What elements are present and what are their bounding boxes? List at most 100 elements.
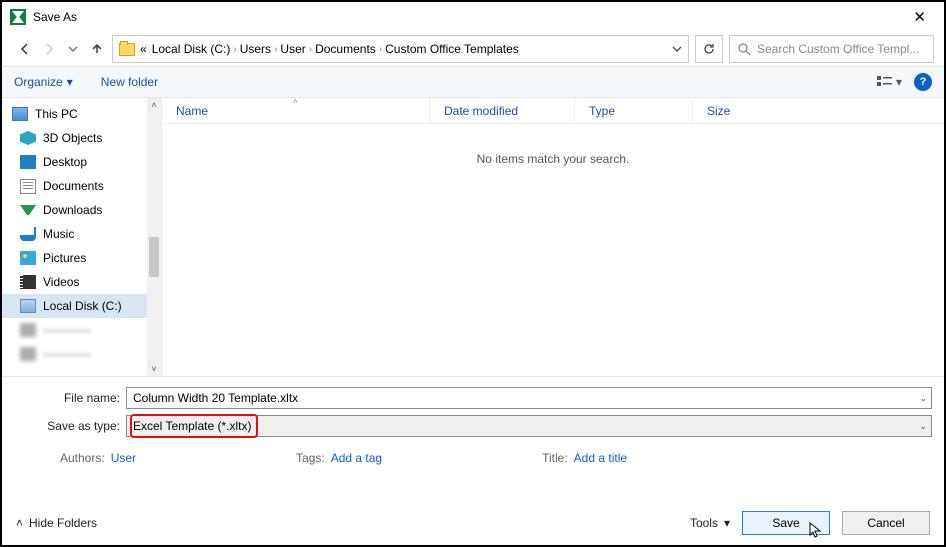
window-title: Save As bbox=[33, 10, 77, 24]
chevron-right-icon[interactable]: › bbox=[233, 44, 236, 55]
column-headers: ˄ Name Date modified Type Size bbox=[162, 98, 944, 124]
chevron-up-icon: ˄ bbox=[16, 516, 23, 530]
chevron-down-icon[interactable]: ⌄ bbox=[919, 393, 927, 404]
chevron-down-icon[interactable]: ⌄ bbox=[919, 421, 927, 432]
help-button[interactable]: ? bbox=[914, 73, 932, 91]
forward-button[interactable] bbox=[40, 40, 58, 58]
authors-value[interactable]: User bbox=[111, 451, 136, 465]
chevron-down-icon: ▾ bbox=[896, 75, 902, 89]
chevron-right-icon[interactable]: › bbox=[379, 44, 382, 55]
savetype-value: Excel Template (*.xltx) bbox=[133, 419, 251, 433]
address-dropdown[interactable] bbox=[672, 44, 682, 54]
chevron-right-icon[interactable]: › bbox=[309, 44, 312, 55]
tree-3d-objects[interactable]: 3D Objects bbox=[2, 126, 161, 150]
scroll-thumb[interactable] bbox=[149, 237, 159, 277]
hide-folders-button[interactable]: ˄Hide Folders bbox=[16, 516, 97, 530]
folder-tree: This PC 3D Objects Desktop Documents Dow… bbox=[2, 98, 162, 376]
col-date[interactable]: Date modified bbox=[430, 98, 575, 123]
videos-icon bbox=[20, 275, 36, 289]
chevron-right-icon[interactable]: › bbox=[274, 44, 277, 55]
col-size[interactable]: Size bbox=[693, 98, 771, 123]
tree-downloads[interactable]: Downloads bbox=[2, 198, 161, 222]
crumb[interactable]: Users bbox=[240, 42, 271, 56]
crumb[interactable]: Documents bbox=[315, 42, 376, 56]
drive-icon bbox=[20, 347, 36, 361]
recent-dropdown[interactable] bbox=[64, 40, 82, 58]
col-label: Size bbox=[707, 104, 730, 118]
cube-icon bbox=[20, 131, 36, 145]
view-options[interactable]: ▾ bbox=[877, 75, 902, 89]
tree-label: This PC bbox=[35, 107, 78, 121]
address-bar[interactable]: « Local Disk (C:)› Users› User› Document… bbox=[112, 35, 689, 63]
sort-asc-icon: ˄ bbox=[293, 97, 298, 106]
tree-documents[interactable]: Documents bbox=[2, 174, 161, 198]
refresh-button[interactable] bbox=[695, 35, 723, 63]
filename-label: File name: bbox=[14, 391, 126, 405]
metadata-row: Authors:User Tags:Add a tag Title:Add a … bbox=[14, 443, 932, 465]
title-value[interactable]: Add a title bbox=[574, 451, 627, 465]
organize-menu[interactable]: Organize ▾ bbox=[14, 75, 73, 89]
tree-this-pc[interactable]: This PC bbox=[2, 102, 161, 126]
tree-desktop[interactable]: Desktop bbox=[2, 150, 161, 174]
savetype-label: Save as type: bbox=[14, 419, 126, 433]
chevron-down-icon: ▾ bbox=[724, 516, 730, 530]
tree-music[interactable]: Music bbox=[2, 222, 161, 246]
col-label: Name bbox=[176, 104, 208, 118]
new-folder-button[interactable]: New folder bbox=[101, 75, 158, 89]
close-button[interactable]: ✕ bbox=[903, 4, 936, 30]
file-listing: ˄Name Date modified Type Size No items m… bbox=[162, 98, 944, 376]
toolbar: Organize ▾ New folder ▾ ? bbox=[2, 66, 944, 98]
savetype-highlight: Excel Template (*.xltx) bbox=[131, 415, 257, 437]
tags-value[interactable]: Add a tag bbox=[331, 451, 382, 465]
tree-label: Pictures bbox=[43, 251, 86, 265]
view-icon bbox=[877, 76, 893, 88]
tree-label: Desktop bbox=[43, 155, 87, 169]
tools-menu[interactable]: Tools ▾ bbox=[690, 516, 730, 530]
nav-row: « Local Disk (C:)› Users› User› Document… bbox=[2, 32, 944, 66]
filename-value: Column Width 20 Template.xltx bbox=[133, 391, 298, 405]
scroll-down-icon[interactable]: ˅ bbox=[151, 362, 156, 376]
filename-input[interactable]: Column Width 20 Template.xltx ⌄ bbox=[126, 387, 932, 409]
download-icon bbox=[20, 205, 36, 215]
main-area: This PC 3D Objects Desktop Documents Dow… bbox=[2, 98, 944, 376]
tags-label: Tags: bbox=[296, 451, 325, 465]
tree-pictures[interactable]: Pictures bbox=[2, 246, 161, 270]
pictures-icon bbox=[20, 251, 36, 265]
tree-label: 3D Objects bbox=[43, 131, 102, 145]
crumb[interactable]: Local Disk (C:) bbox=[152, 42, 231, 56]
tree-label: Music bbox=[43, 227, 74, 241]
col-type[interactable]: Type bbox=[575, 98, 693, 123]
organize-label: Organize bbox=[14, 75, 63, 89]
crumb[interactable]: Custom Office Templates bbox=[385, 42, 519, 56]
title-bar: Save As ✕ bbox=[2, 2, 944, 32]
back-button[interactable] bbox=[16, 40, 34, 58]
search-icon bbox=[738, 43, 751, 56]
tree-label: ———— bbox=[43, 347, 91, 361]
folder-icon bbox=[119, 43, 135, 56]
search-input[interactable] bbox=[757, 42, 925, 56]
col-label: Date modified bbox=[444, 104, 518, 118]
cancel-label: Cancel bbox=[867, 516, 904, 530]
music-icon bbox=[20, 227, 36, 241]
sidebar-scrollbar[interactable]: ˄ ˅ bbox=[147, 98, 161, 376]
scroll-up-icon[interactable]: ˄ bbox=[151, 98, 156, 112]
search-box[interactable] bbox=[729, 35, 934, 63]
savetype-select[interactable]: Excel Template (*.xltx) ⌄ bbox=[126, 415, 932, 437]
tree-item-hidden[interactable]: ———— bbox=[2, 318, 161, 342]
col-name[interactable]: ˄ Name bbox=[162, 98, 430, 123]
crumb[interactable]: User bbox=[280, 42, 305, 56]
chevron-down-icon: ▾ bbox=[67, 75, 73, 89]
drive-icon bbox=[20, 323, 36, 337]
save-fields: File name: Column Width 20 Template.xltx… bbox=[2, 376, 944, 471]
cursor-icon bbox=[809, 522, 823, 538]
disk-icon bbox=[20, 299, 36, 313]
tree-label: Documents bbox=[43, 179, 104, 193]
save-button[interactable]: Save bbox=[742, 511, 830, 535]
tree-local-disk[interactable]: Local Disk (C:) bbox=[2, 294, 161, 318]
document-icon bbox=[20, 179, 36, 194]
tree-item-hidden[interactable]: ———— bbox=[2, 342, 161, 366]
cancel-button[interactable]: Cancel bbox=[842, 511, 930, 535]
tree-label: Videos bbox=[43, 275, 79, 289]
up-button[interactable] bbox=[88, 40, 106, 58]
tree-videos[interactable]: Videos bbox=[2, 270, 161, 294]
